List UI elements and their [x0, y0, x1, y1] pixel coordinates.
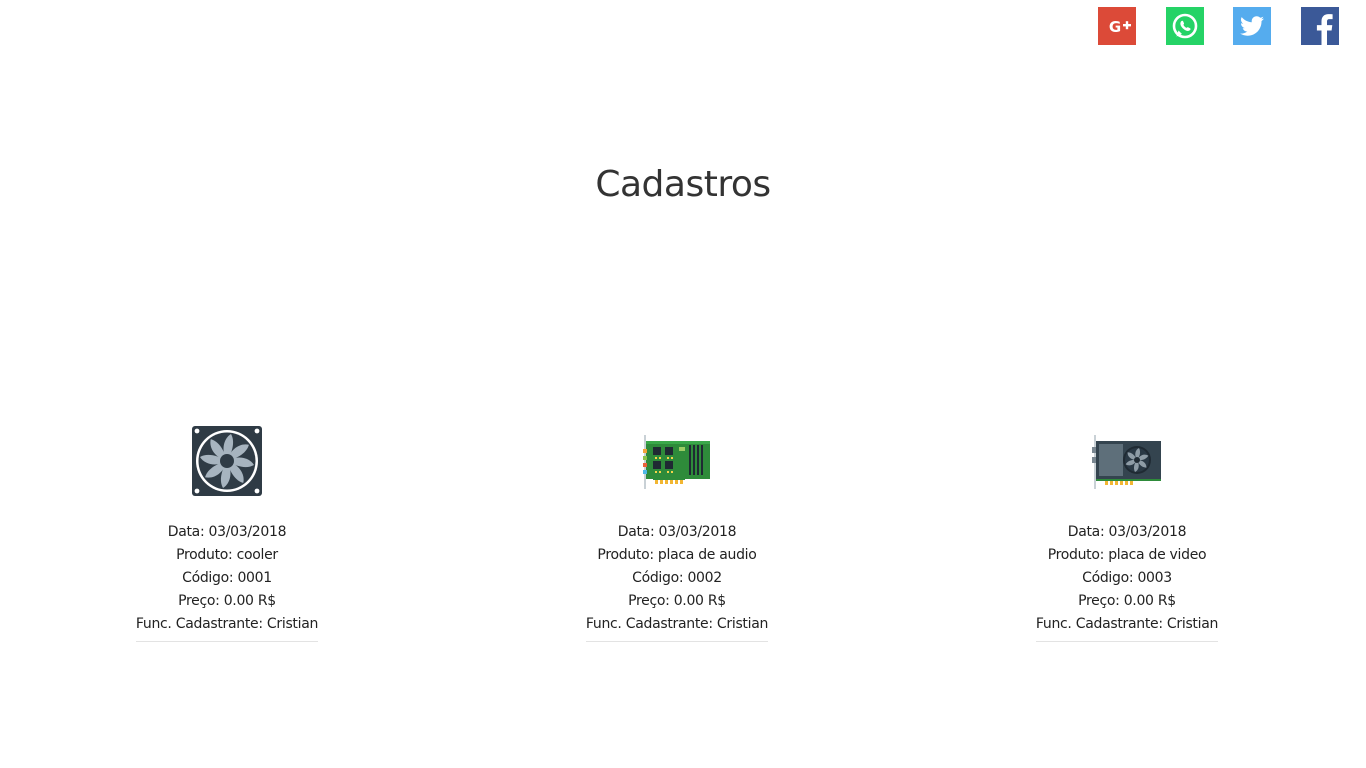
whatsapp-share-button[interactable] [1166, 7, 1204, 45]
product-card: Data: 03/03/2018 Produto: placa de audio… [527, 425, 827, 642]
product-info: Data: 03/03/2018 Produto: placa de audio… [585, 521, 769, 642]
product-price: Preço: 0.00 R$ [628, 593, 726, 609]
social-share-bar: G [1098, 7, 1339, 45]
cooler-fan-icon [191, 425, 263, 497]
twitter-share-button[interactable] [1233, 7, 1271, 45]
facebook-share-button[interactable] [1301, 7, 1339, 45]
product-code: Código: 0002 [632, 570, 722, 586]
sound-card-icon [641, 425, 713, 497]
product-name: Produto: placa de audio [597, 547, 757, 563]
product-name: Produto: cooler [176, 547, 278, 563]
product-price: Preço: 0.00 R$ [178, 593, 276, 609]
product-card: Data: 03/03/2018 Produto: cooler Código:… [77, 425, 377, 642]
product-date: Data: 03/03/2018 [167, 524, 287, 540]
page-title: Cadastros [595, 164, 771, 205]
video-card-icon [1091, 425, 1163, 497]
product-employee: Func. Cadastrante: Cristian [1035, 616, 1219, 632]
product-date: Data: 03/03/2018 [617, 524, 737, 540]
whatsapp-icon [1166, 7, 1204, 45]
product-code: Código: 0001 [182, 570, 272, 586]
product-employee: Func. Cadastrante: Cristian [135, 616, 319, 632]
twitter-icon [1233, 7, 1271, 45]
product-date: Data: 03/03/2018 [1067, 524, 1187, 540]
svg-text:G: G [1109, 18, 1121, 36]
facebook-icon [1301, 7, 1339, 45]
product-info: Data: 03/03/2018 Produto: cooler Código:… [135, 521, 319, 642]
product-price: Preço: 0.00 R$ [1078, 593, 1176, 609]
google-plus-icon: G [1098, 7, 1136, 45]
product-employee: Func. Cadastrante: Cristian [585, 616, 769, 632]
product-name: Produto: placa de video [1047, 547, 1207, 563]
product-info: Data: 03/03/2018 Produto: placa de video… [1035, 521, 1219, 642]
google-plus-share-button[interactable]: G [1098, 7, 1136, 45]
product-code: Código: 0003 [1082, 570, 1172, 586]
product-card: Data: 03/03/2018 Produto: placa de video… [977, 425, 1277, 642]
